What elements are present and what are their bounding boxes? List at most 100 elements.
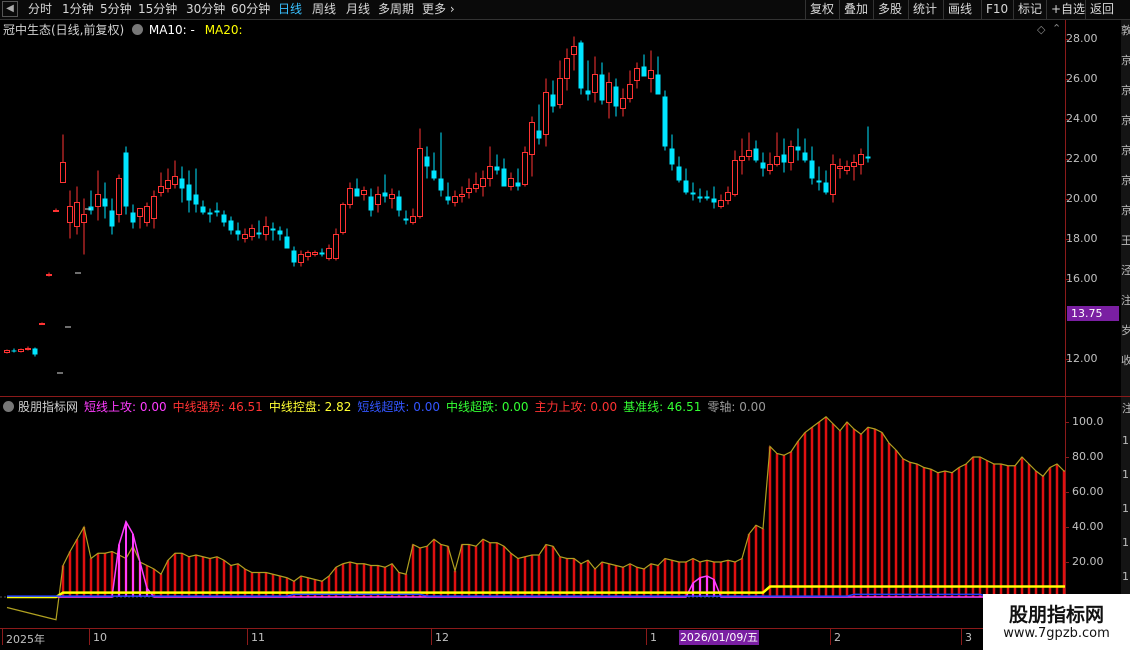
candle[interactable] bbox=[235, 222, 241, 241]
candle[interactable] bbox=[683, 168, 689, 195]
candle[interactable] bbox=[501, 158, 507, 187]
candle[interactable] bbox=[739, 138, 745, 175]
candlestick-chart[interactable] bbox=[0, 20, 1065, 396]
candle[interactable] bbox=[277, 226, 283, 241]
candle[interactable] bbox=[263, 216, 269, 241]
candle[interactable] bbox=[494, 154, 500, 175]
candle[interactable] bbox=[18, 348, 24, 353]
candle[interactable] bbox=[809, 146, 815, 185]
toolbar-button-2[interactable]: 多股 bbox=[878, 2, 902, 17]
candle[interactable] bbox=[669, 134, 675, 171]
candle[interactable] bbox=[627, 70, 633, 103]
toolbar-button-7[interactable]: +自选 bbox=[1051, 2, 1085, 17]
candle[interactable] bbox=[445, 182, 451, 205]
toolbar-button-5[interactable]: F10 bbox=[986, 2, 1008, 17]
candle[interactable] bbox=[697, 188, 703, 203]
candle[interactable] bbox=[368, 188, 374, 217]
candle[interactable] bbox=[753, 140, 759, 163]
candle[interactable] bbox=[424, 146, 430, 179]
period-tab-8[interactable]: 月线 bbox=[346, 2, 370, 17]
candle[interactable] bbox=[522, 146, 528, 187]
toolbar-button-1[interactable]: 叠加 bbox=[844, 2, 868, 17]
period-tab-10[interactable]: 更多 › bbox=[422, 2, 455, 17]
candle[interactable] bbox=[333, 228, 339, 261]
candle[interactable] bbox=[361, 186, 367, 201]
toolbar-button-3[interactable]: 统计 bbox=[913, 2, 937, 17]
candle[interactable] bbox=[585, 60, 591, 101]
candle[interactable] bbox=[613, 78, 619, 117]
candle[interactable] bbox=[116, 174, 122, 223]
candle[interactable] bbox=[179, 166, 185, 203]
candle[interactable] bbox=[298, 250, 304, 267]
candle[interactable] bbox=[641, 54, 647, 77]
candle[interactable] bbox=[207, 208, 213, 223]
candle[interactable] bbox=[816, 166, 822, 191]
candle[interactable] bbox=[480, 170, 486, 197]
candle[interactable] bbox=[543, 78, 549, 147]
candle[interactable] bbox=[67, 190, 73, 239]
candle[interactable] bbox=[284, 228, 290, 249]
candle[interactable] bbox=[676, 156, 682, 183]
candle[interactable] bbox=[109, 198, 115, 235]
candle[interactable] bbox=[326, 244, 332, 261]
candle[interactable] bbox=[305, 250, 311, 261]
candle[interactable] bbox=[844, 160, 850, 175]
candle[interactable] bbox=[550, 80, 556, 113]
candle[interactable] bbox=[865, 126, 871, 163]
candle[interactable] bbox=[200, 200, 206, 215]
collapse-arrow-icon[interactable]: ◀ bbox=[2, 1, 18, 17]
candle[interactable] bbox=[774, 132, 780, 167]
candle[interactable] bbox=[781, 138, 787, 173]
candle[interactable] bbox=[690, 182, 696, 201]
candle[interactable] bbox=[578, 40, 584, 95]
candle[interactable] bbox=[599, 62, 605, 105]
candle[interactable] bbox=[95, 170, 101, 221]
candle[interactable] bbox=[312, 250, 318, 257]
candle[interactable] bbox=[172, 160, 178, 189]
candle[interactable] bbox=[11, 348, 17, 353]
candle[interactable] bbox=[102, 182, 108, 219]
candle[interactable] bbox=[459, 186, 465, 203]
candle[interactable] bbox=[396, 190, 402, 217]
candle[interactable] bbox=[242, 228, 248, 243]
candle[interactable] bbox=[438, 132, 444, 197]
toolbar-button-8[interactable]: 返回 bbox=[1090, 2, 1114, 17]
candle[interactable] bbox=[473, 172, 479, 193]
candle[interactable] bbox=[830, 154, 836, 203]
candle[interactable] bbox=[88, 190, 94, 215]
candle[interactable] bbox=[389, 188, 395, 209]
period-tab-5[interactable]: 60分钟 bbox=[231, 2, 270, 17]
candle[interactable] bbox=[802, 138, 808, 163]
candle[interactable] bbox=[417, 128, 423, 219]
candle[interactable] bbox=[214, 202, 220, 217]
candle[interactable] bbox=[571, 36, 577, 71]
candle[interactable] bbox=[487, 146, 493, 187]
candle[interactable] bbox=[592, 56, 598, 103]
candle[interactable] bbox=[165, 168, 171, 193]
candle[interactable] bbox=[564, 48, 570, 91]
candle[interactable] bbox=[662, 90, 668, 151]
toolbar-button-6[interactable]: 标记 bbox=[1018, 2, 1042, 17]
candle[interactable] bbox=[620, 88, 626, 117]
candle[interactable] bbox=[725, 186, 731, 205]
candle[interactable] bbox=[256, 220, 262, 239]
period-tab-0[interactable]: 分时 bbox=[28, 2, 52, 17]
candle[interactable] bbox=[186, 170, 192, 213]
candle[interactable] bbox=[788, 140, 794, 171]
period-tab-1[interactable]: 1分钟 bbox=[62, 2, 94, 17]
candle[interactable] bbox=[39, 322, 45, 325]
candle[interactable] bbox=[382, 174, 388, 203]
candle[interactable] bbox=[634, 62, 640, 89]
candle[interactable] bbox=[228, 216, 234, 235]
candle[interactable] bbox=[732, 150, 738, 197]
candle[interactable] bbox=[249, 224, 255, 241]
candle[interactable] bbox=[837, 158, 843, 179]
candle[interactable] bbox=[375, 186, 381, 213]
candle[interactable] bbox=[137, 208, 143, 229]
toolbar-button-4[interactable]: 画线 bbox=[948, 2, 972, 17]
candle[interactable] bbox=[760, 152, 766, 177]
candle[interactable] bbox=[431, 152, 437, 181]
candle[interactable] bbox=[536, 104, 542, 145]
candle[interactable] bbox=[466, 178, 472, 199]
candle[interactable] bbox=[508, 172, 514, 191]
